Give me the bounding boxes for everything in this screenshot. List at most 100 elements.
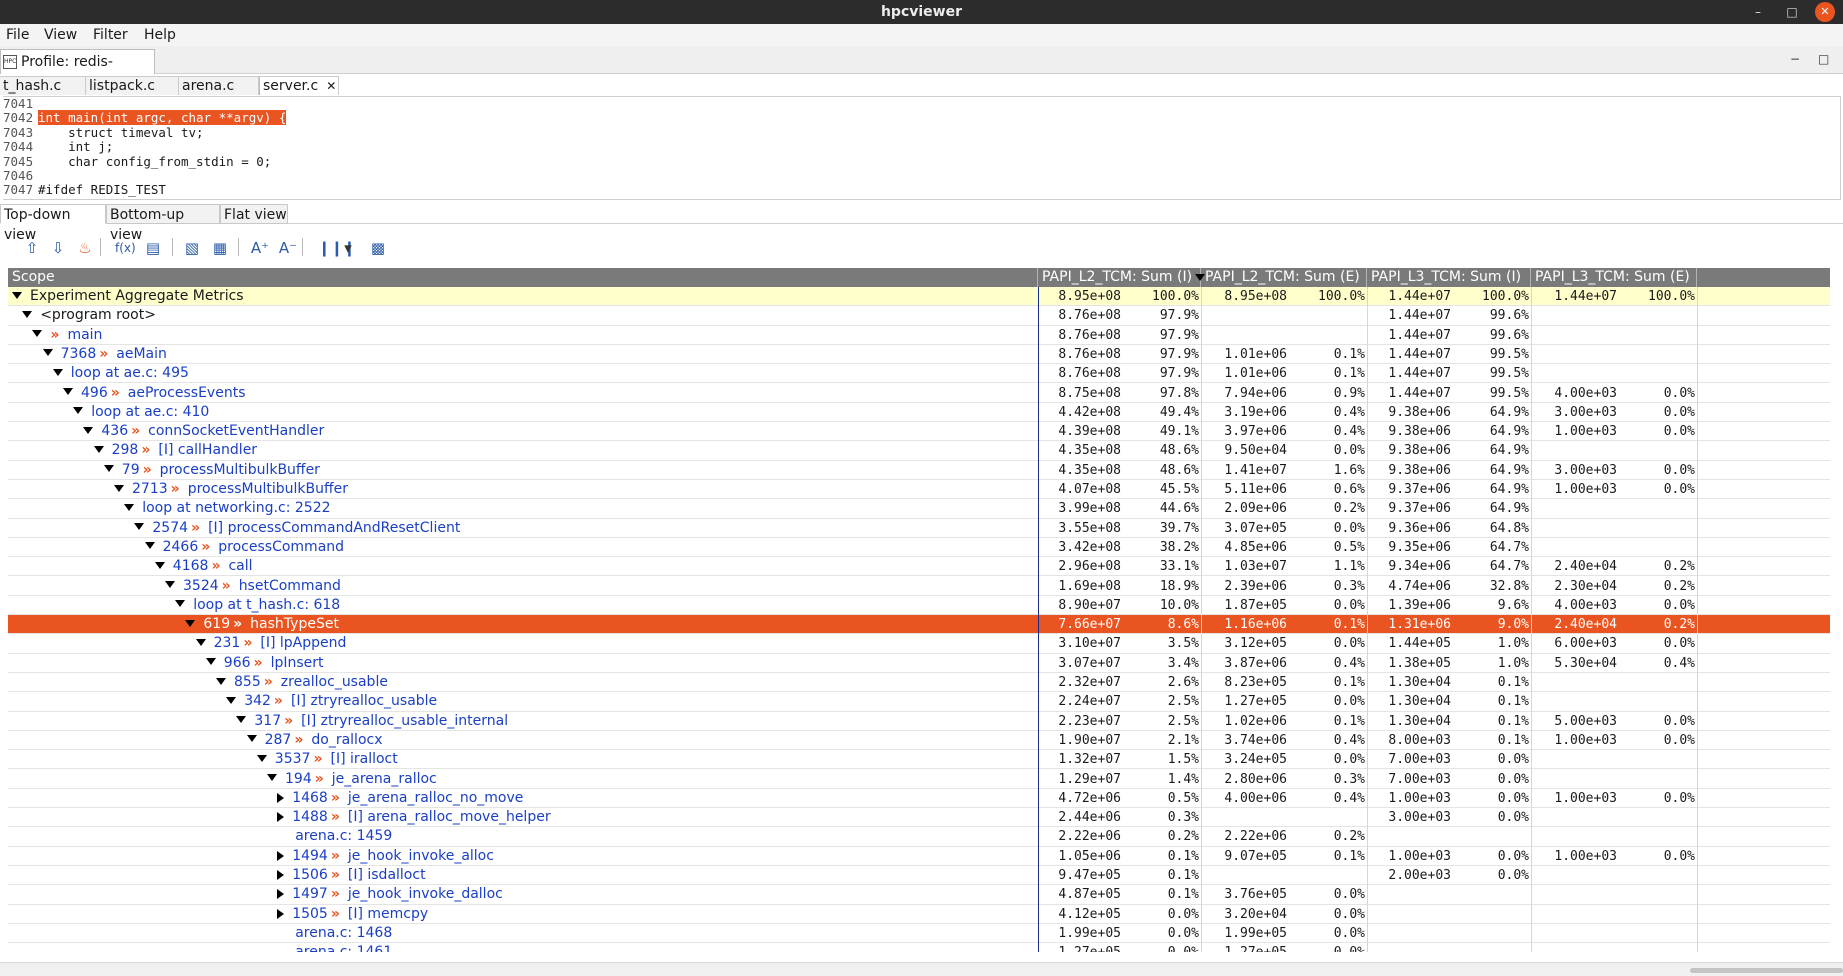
scope-name[interactable]: [I] lpAppend	[260, 635, 346, 651]
call-line-number[interactable]: 231	[214, 635, 241, 651]
call-line-number[interactable]: 287	[265, 732, 292, 748]
table-row[interactable]: 79» processMultibulkBuffer 4.35e+08 48.6% 1.…	[8, 460, 1830, 481]
table-row[interactable]: 3524» hsetCommand 1.69e+08 18.9% 2.39e+06 0.3…	[8, 576, 1830, 597]
scope-name[interactable]: processCommand	[218, 539, 344, 555]
call-line-number[interactable]: 496	[81, 385, 108, 401]
scope-name[interactable]: je_arena_ralloc_no_move	[348, 790, 524, 806]
call-line-number[interactable]: 2466	[163, 539, 199, 555]
tree-expand-icon[interactable]	[165, 581, 175, 588]
close-window-button[interactable]: ✕	[1815, 2, 1835, 22]
tree-expand-icon[interactable]	[93, 445, 104, 453]
table-row[interactable]: 317» [I] ztryrealloc_usable_internal 2.23e…	[8, 711, 1830, 732]
table-row[interactable]: 619» hashTypeSet 7.66e+07 8.6% 1.16e+06 0.1% 1…	[8, 615, 1830, 636]
column-header-l2-exclusive[interactable]: PAPI_L2_TCM: Sum (E)	[1201, 268, 1367, 287]
call-site-icon[interactable]: »	[143, 462, 152, 478]
tree-collapsed-icon[interactable]	[277, 792, 285, 803]
scope-name[interactable]: loop at ae.c: 410	[91, 404, 209, 420]
sort-descending-icon[interactable]	[1195, 274, 1205, 281]
tree-expand-icon[interactable]	[22, 310, 33, 318]
editor-tab-t-hash[interactable]: t_hash.c	[0, 76, 86, 95]
tree-expand-icon[interactable]	[114, 484, 124, 492]
flatten-icon[interactable]: ▤	[143, 238, 163, 258]
scope-name[interactable]: je_hook_invoke_alloc	[348, 848, 494, 864]
tree-expand-icon[interactable]	[134, 523, 145, 531]
tree-expand-icon[interactable]	[154, 561, 165, 569]
table-row[interactable]: arena.c: 14611.27e+050.0%1.27e+050.0%	[8, 943, 1830, 952]
scope-name[interactable]: arena.c: 1468	[295, 925, 392, 941]
table-row[interactable]: 7368» aeMain 8.76e+08 97.9% 1.01e+06 0.1% 1.44…	[8, 344, 1830, 365]
thread-view-icon[interactable]: ▩	[368, 238, 388, 258]
call-site-icon[interactable]: »	[331, 809, 340, 825]
call-site-icon[interactable]: »	[211, 558, 220, 574]
column-header-l3-inclusive[interactable]: PAPI_L3_TCM: Sum (I)	[1367, 268, 1531, 287]
table-row[interactable]: 1505» [I] memcpy 4.12e+05 0.0% 3.20e+04 0.0%	[8, 904, 1830, 925]
table-row[interactable]: 298» [I] callHandler 4.35e+08 48.6% 9.50e+04…	[8, 441, 1830, 462]
call-site-icon[interactable]: »	[254, 655, 263, 671]
scope-name[interactable]: loop at ae.c: 495	[71, 365, 189, 381]
scope-name[interactable]: aeProcessEvents	[128, 385, 246, 401]
tree-collapsed-icon[interactable]	[277, 889, 285, 900]
tab-top-down-view[interactable]: Top-down view	[0, 204, 106, 243]
scope-name[interactable]: hashTypeSet	[250, 616, 339, 632]
scope-name[interactable]: [I] isdalloct	[348, 867, 426, 883]
scope-name[interactable]: lpInsert	[271, 655, 324, 671]
tab-bottom-up-view[interactable]: Bottom-up view	[106, 204, 220, 243]
call-site-icon[interactable]: »	[222, 578, 231, 594]
zoom-out-icon[interactable]: ⇩	[48, 238, 68, 258]
derived-metric-icon[interactable]: f(x)	[115, 238, 136, 258]
scope-name[interactable]: arena.c: 1461	[295, 944, 392, 952]
tree-expand-icon[interactable]	[83, 426, 94, 434]
profile-tab[interactable]: HPC Profile: redis-server	[0, 49, 155, 86]
call-site-icon[interactable]: »	[331, 790, 340, 806]
increase-font-icon[interactable]: A⁺	[250, 238, 270, 258]
column-header-scope[interactable]: Scope	[8, 268, 1038, 287]
tree-collapsed-icon[interactable]	[277, 850, 285, 861]
decrease-font-icon[interactable]: A⁻	[278, 238, 298, 258]
table-row[interactable]: loop at t_hash.c: 618 8.90e+07 10.0% 1.87e+…	[8, 595, 1830, 616]
menu-filter[interactable]: Filter	[93, 26, 128, 44]
call-site-icon[interactable]: »	[331, 906, 340, 922]
scope-name[interactable]: processMultibulkBuffer	[188, 481, 348, 497]
call-site-icon[interactable]: »	[294, 732, 303, 748]
call-line-number[interactable]: 1494	[292, 848, 328, 864]
call-site-icon[interactable]: »	[331, 886, 340, 902]
scope-name[interactable]: [I] processCommandAndResetClient	[208, 520, 460, 536]
menu-view[interactable]: View	[44, 26, 77, 44]
table-row[interactable]: 231» [I] lpAppend 3.10e+07 3.5% 3.12e+05 0.0%…	[8, 634, 1830, 655]
scope-name[interactable]: loop at t_hash.c: 618	[193, 597, 340, 613]
aggregate-metrics-row[interactable]: Experiment Aggregate Metrics 8.95e+08 100.…	[8, 287, 1830, 307]
menu-help[interactable]: Help	[144, 26, 176, 44]
table-row[interactable]: » main 8.76e+08 97.9% 1.44e+07 99.6%	[8, 325, 1830, 346]
tree-expand-icon[interactable]	[256, 754, 267, 762]
table-row[interactable]: loop at ae.c: 410 4.42e+08 49.4% 3.19e+06 0.…	[8, 402, 1830, 423]
editor-tab-listpack[interactable]: listpack.c	[86, 76, 179, 95]
tree-collapsed-icon[interactable]	[277, 812, 285, 823]
call-site-icon[interactable]: »	[201, 539, 210, 555]
call-site-icon[interactable]: »	[233, 616, 242, 632]
scope-name[interactable]: connSocketEventHandler	[148, 423, 324, 439]
call-line-number[interactable]: 1488	[292, 809, 328, 825]
call-site-icon[interactable]: »	[141, 442, 150, 458]
table-row[interactable]: 1494» je_hook_invoke_alloc 1.05e+06 0.1% 9.0…	[8, 846, 1830, 867]
call-line-number[interactable]: 342	[244, 693, 271, 709]
menu-file[interactable]: File	[6, 26, 29, 44]
tree-expand-icon[interactable]	[103, 465, 114, 473]
call-line-number[interactable]: 436	[101, 423, 128, 439]
call-site-icon[interactable]: »	[331, 848, 340, 864]
scope-name[interactable]: do_rallocx	[311, 732, 382, 748]
table-row[interactable]: 1468» je_arena_ralloc_no_move 4.72e+06 0.5%…	[8, 788, 1830, 809]
scope-name[interactable]: arena.c: 1459	[295, 828, 392, 844]
tree-expand-icon[interactable]	[246, 735, 257, 743]
call-site-icon[interactable]: »	[331, 867, 340, 883]
call-site-icon[interactable]: »	[99, 346, 108, 362]
call-site-icon[interactable]: »	[315, 771, 324, 787]
table-row[interactable]: 3537» [I] iralloct 1.32e+07 1.5% 3.24e+05 0.0…	[8, 750, 1830, 771]
call-line-number[interactable]: 1468	[292, 790, 328, 806]
maximize-window-button[interactable]: □	[1782, 2, 1802, 22]
call-line-number[interactable]: 7368	[61, 346, 97, 362]
hot-path-icon[interactable]: ♨	[75, 238, 95, 258]
minimize-window-button[interactable]: –	[1748, 2, 1768, 22]
scope-name[interactable]: loop at networking.c: 2522	[142, 500, 330, 516]
scope-name[interactable]: je_arena_ralloc	[332, 771, 437, 787]
maximize-pane-icon[interactable]: □	[1818, 52, 1829, 66]
